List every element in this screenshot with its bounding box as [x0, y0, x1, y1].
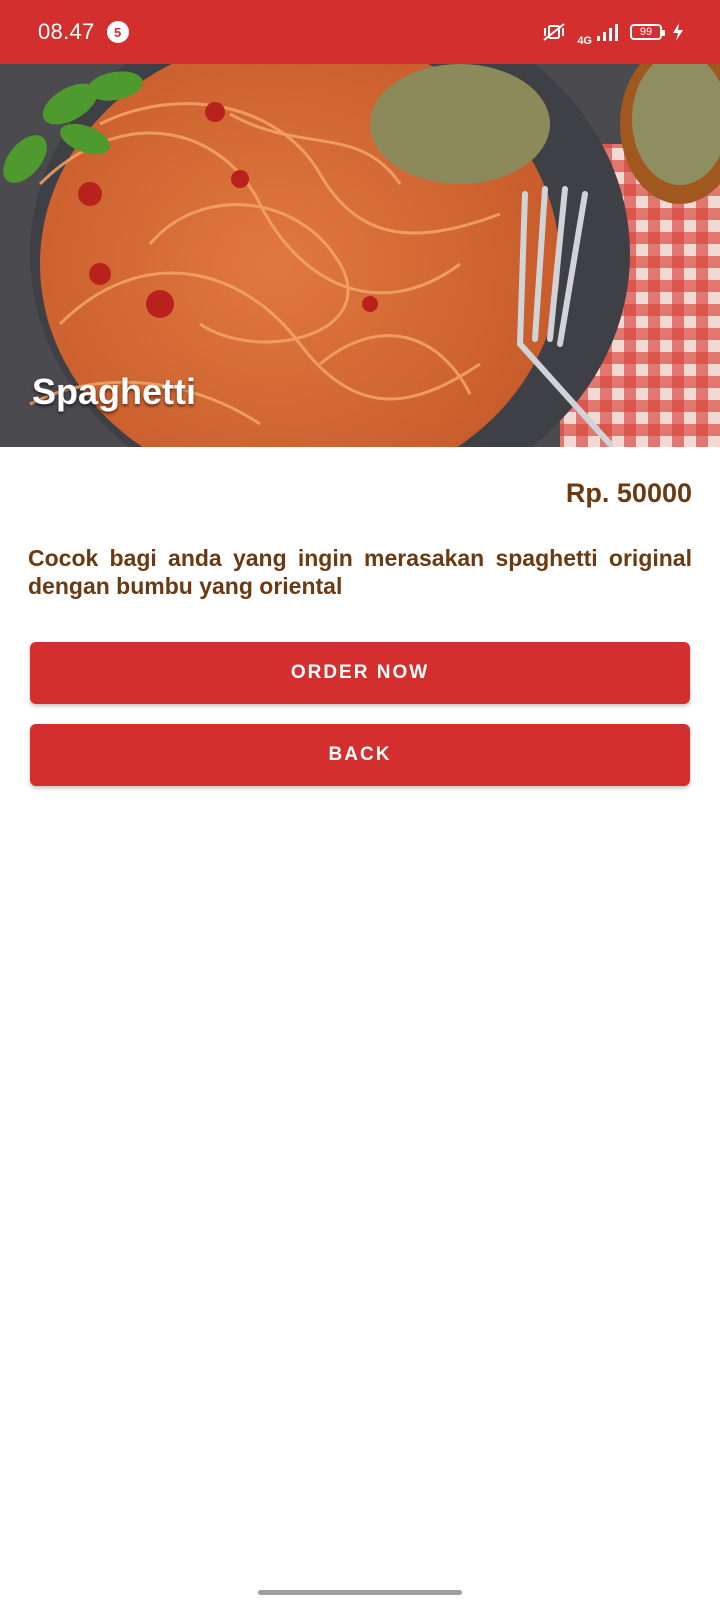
charging-icon: [673, 23, 683, 41]
vibrate-off-icon: [543, 23, 565, 41]
dish-title: Spaghetti: [32, 371, 197, 412]
status-left: 08.47 5: [38, 19, 129, 45]
status-bar: 08.47 5 4G 99: [0, 0, 720, 64]
network-type-label: 4G: [577, 35, 592, 47]
order-now-button[interactable]: ORDER NOW: [30, 642, 690, 704]
notification-count-badge: 5: [106, 21, 129, 43]
dish-description: Cocok bagi anda yang ingin merasakan spa…: [28, 545, 692, 599]
battery-icon: 99: [630, 24, 665, 40]
battery-level: 99: [639, 26, 653, 38]
status-time: 08.47: [38, 19, 95, 44]
status-right: 4G 99: [541, 17, 684, 47]
back-button[interactable]: BACK: [30, 724, 690, 786]
gesture-nav-handle[interactable]: [258, 1590, 462, 1595]
price-label: Rp. 50000: [565, 478, 692, 508]
signal-icon: [597, 24, 618, 41]
hero-image: Spaghetti: [0, 64, 720, 447]
